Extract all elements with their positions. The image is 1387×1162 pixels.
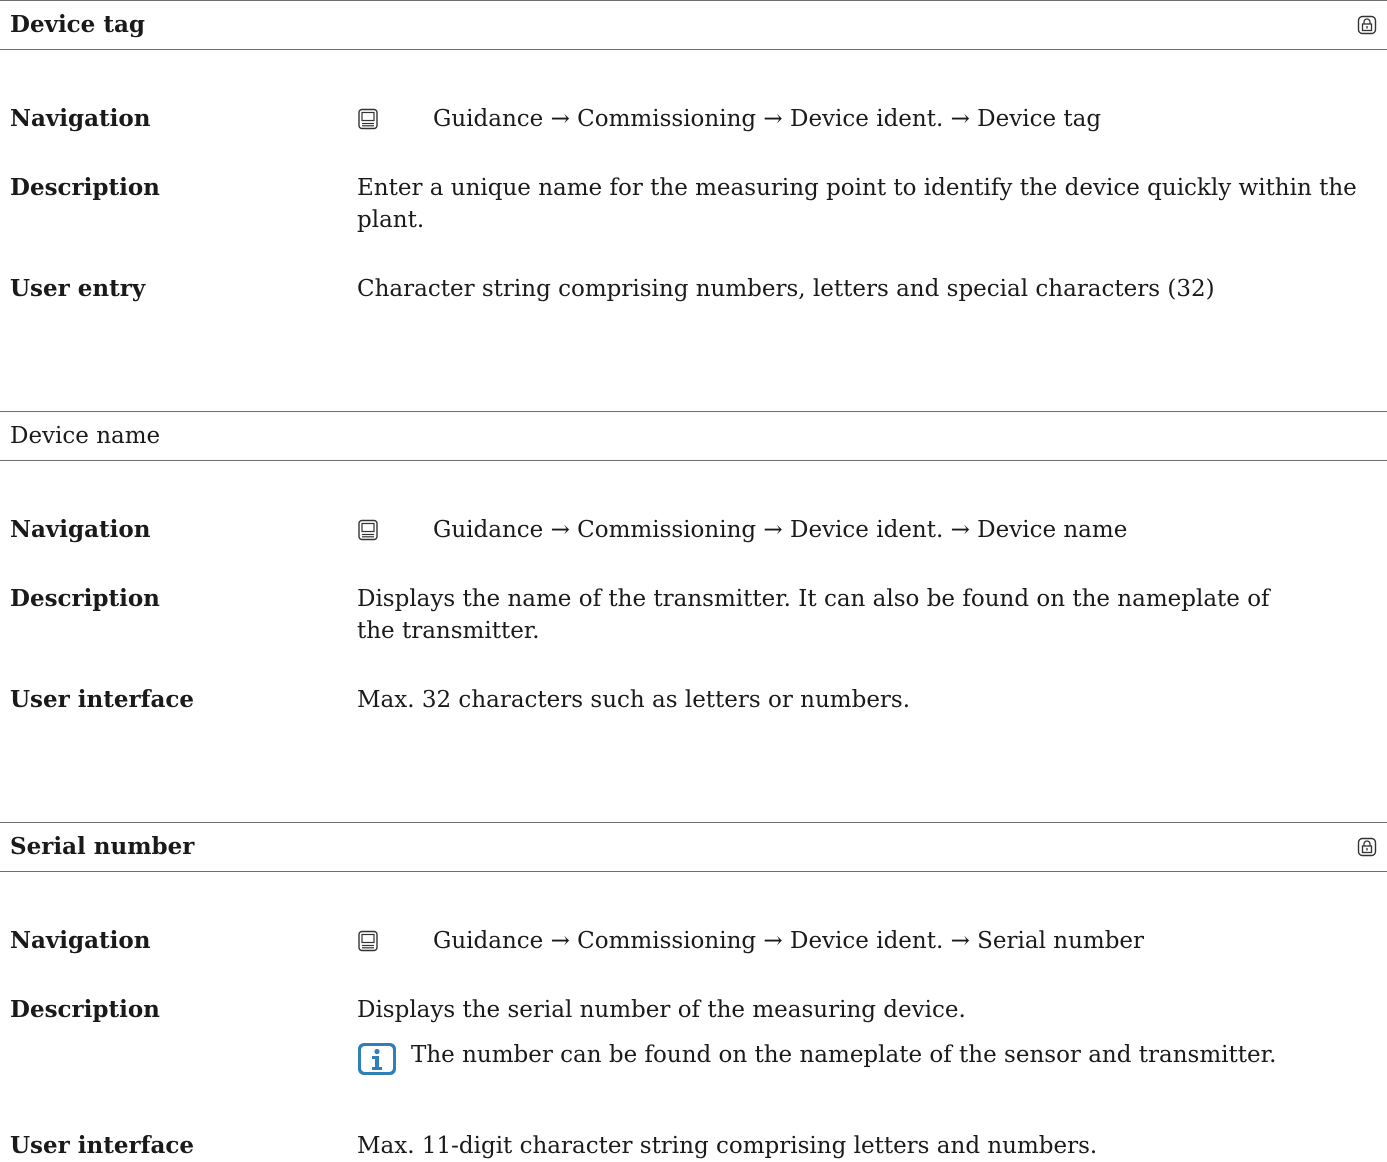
section-title: Serial number bbox=[10, 833, 195, 860]
display-module-icon bbox=[358, 519, 378, 541]
description-text: Displays the name of the transmitter. It… bbox=[357, 586, 1270, 644]
user-entry-value: Character string comprising numbers, let… bbox=[357, 276, 1215, 302]
description-label: Description bbox=[10, 174, 160, 201]
navigation-path: Guidance → Commissioning → Device ident.… bbox=[433, 106, 1102, 132]
note-text: The number can be found on the nameplate… bbox=[411, 1042, 1277, 1068]
section-header: Device tag bbox=[0, 0, 1387, 50]
user-interface-value: Max. 32 characters such as letters or nu… bbox=[357, 687, 911, 713]
navigation-label: Navigation bbox=[10, 516, 151, 543]
user-interface-value: Max. 11-digit character string comprisin… bbox=[357, 1133, 1098, 1159]
section-header: Device name bbox=[0, 411, 1387, 461]
info-icon bbox=[358, 1043, 396, 1075]
user-interface-label: User interface bbox=[10, 686, 195, 713]
navigation-label: Navigation bbox=[10, 927, 151, 954]
navigation-label: Navigation bbox=[10, 105, 151, 132]
description-label: Description bbox=[10, 585, 160, 612]
description-text: Enter a unique name for the measuring po… bbox=[357, 175, 1357, 233]
navigation-path: Guidance → Commissioning → Device ident.… bbox=[433, 517, 1128, 543]
user-entry-label: User entry bbox=[10, 275, 146, 302]
display-module-icon bbox=[358, 108, 378, 130]
description-label: Description bbox=[10, 996, 160, 1023]
display-module-icon bbox=[358, 930, 378, 952]
navigation-path: Guidance → Commissioning → Device ident.… bbox=[433, 928, 1145, 954]
section-title: Device tag bbox=[10, 11, 145, 38]
description-text: Displays the serial number of the measur… bbox=[357, 997, 966, 1023]
user-interface-label: User interface bbox=[10, 1132, 195, 1159]
lock-icon bbox=[1357, 15, 1377, 35]
section-title: Device name bbox=[10, 423, 161, 449]
section-header: Serial number bbox=[0, 822, 1387, 872]
lock-icon bbox=[1357, 837, 1377, 857]
